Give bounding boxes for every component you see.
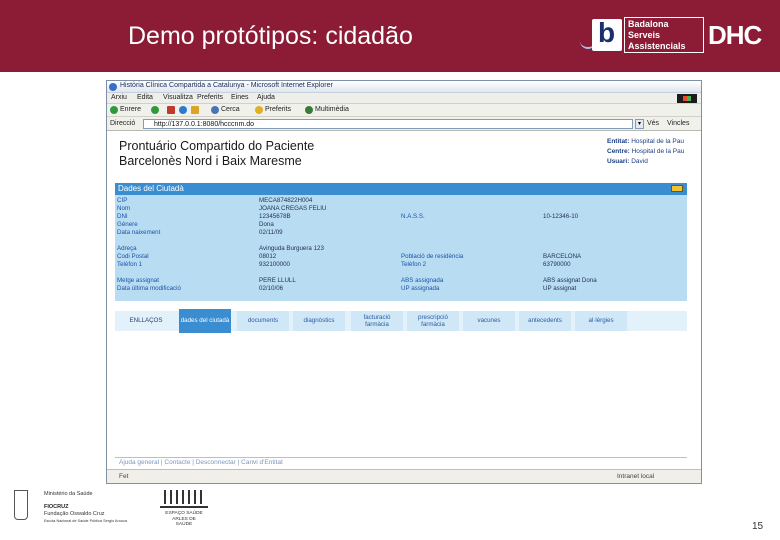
tab-citizen-data[interactable]: dades del ciutadà bbox=[179, 309, 231, 333]
bsa-letter-icon: b bbox=[592, 17, 622, 51]
address-field-value: Avinguda Burguera 123 bbox=[259, 245, 324, 252]
tab-history[interactable]: antecedents bbox=[519, 311, 571, 331]
doctor-value: PERE LLULL bbox=[259, 277, 296, 284]
links-button[interactable]: Vincles bbox=[667, 120, 689, 127]
menu-bar: Arxiu Edita Visualitza Preferits Eines A… bbox=[107, 93, 701, 104]
fiocruz-event-logo: ESPAÇO SAÚDE ARLES DE SAÚDE bbox=[152, 486, 216, 530]
multimedia-button[interactable]: Multimèdia bbox=[315, 106, 349, 113]
multimedia-icon[interactable] bbox=[305, 106, 313, 114]
favorites-icon[interactable] bbox=[255, 106, 263, 114]
search-icon[interactable] bbox=[211, 106, 219, 114]
zone-text: Intranet local bbox=[617, 473, 655, 480]
home-icon[interactable] bbox=[191, 106, 199, 114]
slide-header: Demo protótipos: cidadão b Badalona Serv… bbox=[0, 0, 780, 72]
ministerio-saude-logo: Ministério da Saúde FIOCRUZ Fundação Osw… bbox=[14, 488, 142, 528]
centre-info: Centre: Hospital de la Pau bbox=[607, 148, 685, 155]
refresh-icon[interactable] bbox=[179, 106, 187, 114]
menu-view[interactable]: Visualitza bbox=[163, 94, 193, 101]
doctor-label: Metge assignat bbox=[117, 277, 159, 284]
address-input[interactable]: http://137.0.0.1:8080/hcccnm.do bbox=[143, 119, 633, 129]
tab-documents[interactable]: documents bbox=[237, 311, 289, 331]
page-title: Prontuário Compartido do Paciente Barcel… bbox=[119, 139, 315, 168]
tab-links[interactable]: ENLLAÇOS bbox=[119, 311, 173, 331]
gender-value: Dona bbox=[259, 221, 274, 228]
toolbar: Enrere Cerca Preferits Multimèdia bbox=[107, 104, 701, 117]
address-bar: Direcció http://137.0.0.1:8080/hcccnm.do… bbox=[107, 117, 701, 131]
footer-links[interactable]: Ajuda general | Contacte | Desconnectar … bbox=[115, 457, 687, 467]
dni-value: 12345678B bbox=[259, 213, 291, 220]
postal-code-value: 08012 bbox=[259, 253, 277, 260]
residence-label: Població de residència bbox=[401, 253, 464, 260]
fiocruz-event-text: ESPAÇO SAÚDE ARLES DE SAÚDE bbox=[165, 511, 203, 527]
back-icon[interactable] bbox=[110, 106, 118, 114]
panel-title: Dades del Ciutadà bbox=[118, 184, 184, 193]
cip-value: MECA874822H004 bbox=[259, 197, 313, 204]
slide-number: 15 bbox=[752, 521, 764, 532]
abs-label: ABS assignada bbox=[401, 277, 444, 284]
entity-info: Entitat: Hospital de la Pau bbox=[607, 138, 684, 145]
postal-code-label: Codi Postal bbox=[117, 253, 149, 260]
abs-value: ABS assignat Dona bbox=[543, 277, 597, 284]
nass-label: N.A.S.S. bbox=[401, 213, 425, 220]
dni-label: DNI bbox=[117, 213, 128, 220]
slide-title: Demo protótipos: cidadão bbox=[128, 22, 413, 50]
tab-pharmacy-prescription[interactable]: prescripció farmàcia bbox=[407, 311, 459, 331]
menu-file[interactable]: Arxiu bbox=[111, 94, 127, 101]
residence-value: BARCELONA bbox=[543, 253, 582, 260]
name-value: JOANA CREGAS FELIU bbox=[259, 205, 327, 212]
back-button[interactable]: Enrere bbox=[120, 106, 141, 113]
favorites-button[interactable]: Preferits bbox=[265, 106, 291, 113]
address-dropdown-icon[interactable]: ▾ bbox=[635, 119, 644, 129]
citizen-data-panel: Dades del Ciutadà CIP MECA874822H004 Nom… bbox=[115, 183, 687, 301]
menu-help[interactable]: Ajuda bbox=[257, 94, 275, 101]
last-modified-value: 02/10/06 bbox=[259, 285, 284, 292]
search-button[interactable]: Cerca bbox=[221, 106, 240, 113]
coat-of-arms-icon bbox=[14, 490, 28, 520]
browser-window: Història Clínica Compartida a Catalunya … bbox=[106, 80, 702, 484]
dhc-logo: DHC bbox=[708, 20, 762, 50]
tab-pharmacy-billing[interactable]: facturació farmàcia bbox=[351, 311, 403, 331]
user-info: Usuari: David bbox=[607, 158, 648, 165]
phone2-value: 63790000 bbox=[543, 261, 571, 268]
section-tabs: ENLLAÇOS dades del ciutadà documents dia… bbox=[115, 309, 687, 333]
panel-header: Dades del Ciutadà bbox=[115, 183, 687, 195]
people-figures-icon bbox=[160, 486, 208, 508]
address-label: Direcció bbox=[110, 120, 136, 127]
menu-edit[interactable]: Edita bbox=[137, 94, 153, 101]
name-label: Nom bbox=[117, 205, 131, 212]
stop-icon[interactable] bbox=[167, 106, 175, 114]
session-info: Entitat: Hospital de la Pau Centre: Hosp… bbox=[607, 137, 701, 167]
up-label: UP assignada bbox=[401, 285, 440, 292]
tab-allergies[interactable]: al·lèrgies bbox=[575, 311, 627, 331]
menu-tools[interactable]: Eines bbox=[231, 94, 249, 101]
phone2-label: Telèfon 2 bbox=[401, 261, 427, 268]
status-bar: Fet Intranet local bbox=[107, 469, 701, 483]
go-button[interactable]: Vés bbox=[647, 120, 659, 127]
menu-favorites[interactable]: Preferits bbox=[197, 94, 223, 101]
ie-icon bbox=[109, 83, 117, 91]
address-field-label: Adreça bbox=[117, 245, 137, 252]
ministry-text: Ministério da Saúde FIOCRUZ Fundação Osw… bbox=[44, 491, 127, 523]
last-modified-label: Data última modificació bbox=[117, 285, 181, 292]
status-text: Fet bbox=[119, 473, 129, 480]
window-title: Història Clínica Compartida a Catalunya … bbox=[120, 82, 333, 89]
bsa-wordmark: Badalona Serveis Assistencials bbox=[624, 17, 704, 53]
forward-icon[interactable] bbox=[151, 106, 159, 114]
windows-logo-icon bbox=[677, 94, 697, 103]
tab-diagnoses[interactable]: diagnòstics bbox=[293, 311, 345, 331]
birthdate-label: Data naixement bbox=[117, 229, 161, 236]
phone1-value: 932100000 bbox=[259, 261, 290, 268]
badalona-serveis-logo: b Badalona Serveis Assistencials bbox=[580, 15, 704, 55]
phone1-label: Telèfon 1 bbox=[117, 261, 143, 268]
cip-label: CIP bbox=[117, 197, 128, 204]
window-title-bar: Història Clínica Compartida a Catalunya … bbox=[107, 81, 701, 93]
tab-vaccines[interactable]: vacunes bbox=[463, 311, 515, 331]
birthdate-value: 02/11/09 bbox=[259, 229, 283, 236]
card-icon[interactable] bbox=[671, 185, 683, 192]
nass-value: 10-12346-10 bbox=[543, 213, 579, 220]
up-value: UP assignat bbox=[543, 285, 577, 292]
gender-label: Gènere bbox=[117, 221, 138, 228]
